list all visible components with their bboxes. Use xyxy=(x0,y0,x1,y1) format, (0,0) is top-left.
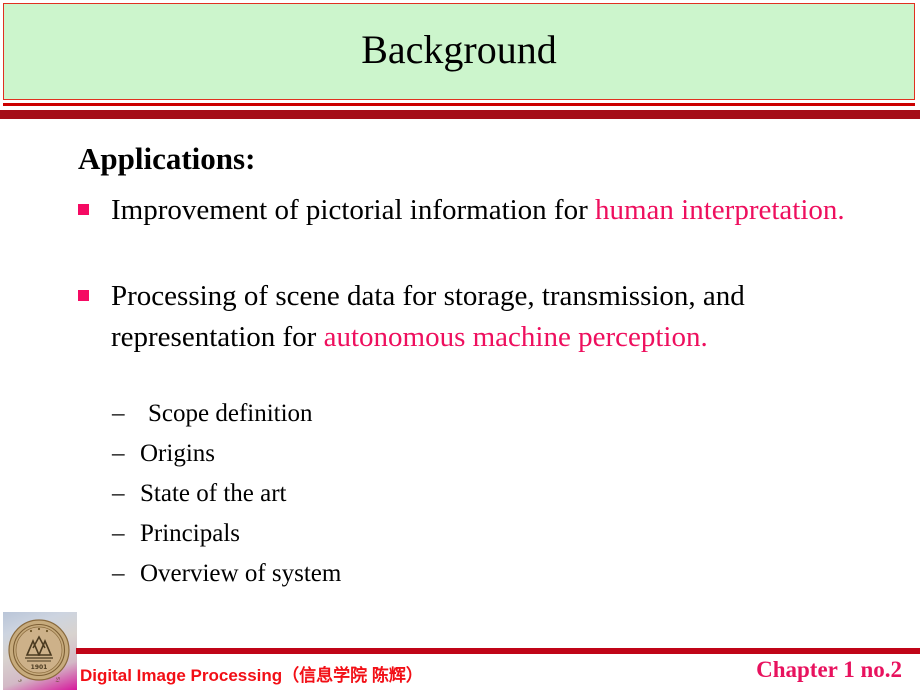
list-item: – Scope definition xyxy=(112,394,872,434)
list-item: – Origins xyxy=(112,434,872,474)
list-item: – State of the art xyxy=(112,474,872,514)
list-item: – Overview of system xyxy=(112,554,872,594)
applications-heading: Applications: xyxy=(78,141,256,176)
dash-bullet-icon: – xyxy=(112,520,125,547)
dash-bullet-icon: – xyxy=(112,400,125,427)
bullet-item: Processing of scene data for storage, tr… xyxy=(78,276,878,358)
title-underline-thin xyxy=(3,103,915,106)
bullet-segment-accent: human interpretation. xyxy=(595,194,845,226)
list-item-label: Origins xyxy=(140,440,215,467)
bullet-segment-black: Improvement of pictorial information for xyxy=(111,194,595,226)
footer-chapter-label: Chapter 1 no.2 xyxy=(756,657,902,682)
sub-bullet-list: – Scope definition – Origins – State of … xyxy=(112,394,872,594)
bullet-segment-accent: autonomous machine perception. xyxy=(323,321,708,353)
university-seal-icon: 1901 SHANDONG UNIVERSITY xyxy=(7,618,70,682)
page-title: Background xyxy=(361,26,557,72)
dash-bullet-icon: – xyxy=(112,440,125,467)
dash-bullet-icon: – xyxy=(112,560,125,587)
bullet-text: Processing of scene data for storage, tr… xyxy=(111,276,878,358)
square-bullet-icon xyxy=(78,204,89,215)
dash-bullet-icon: – xyxy=(112,480,125,507)
svg-text:1901: 1901 xyxy=(31,664,48,671)
slide-title-banner: Background xyxy=(3,3,915,100)
university-logo: 1901 SHANDONG UNIVERSITY xyxy=(3,612,77,690)
title-underline-thick xyxy=(0,110,920,119)
list-item-label: State of the art xyxy=(140,480,287,507)
footer-divider xyxy=(76,648,920,654)
bullet-text: Improvement of pictorial information for… xyxy=(111,190,878,231)
list-item-label: Scope definition xyxy=(148,400,313,427)
list-item: – Principals xyxy=(112,514,872,554)
list-item-label: Overview of system xyxy=(140,560,342,587)
bullet-item: Improvement of pictorial information for… xyxy=(78,190,878,231)
square-bullet-icon xyxy=(78,290,89,301)
list-item-label: Principals xyxy=(140,520,240,547)
footer-course-title: Digital Image Processing（信息学院 陈辉） xyxy=(80,666,423,685)
